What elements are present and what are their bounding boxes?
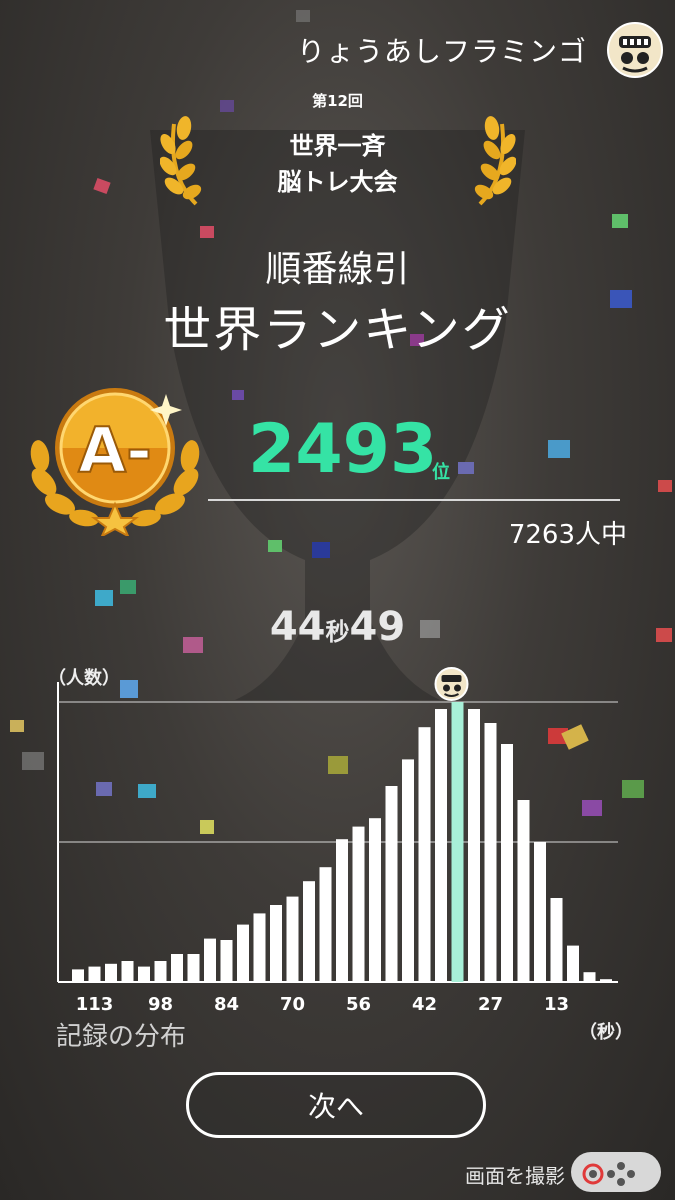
distribution-bar [402,759,414,982]
distribution-bar [550,898,563,982]
x-axis-unit: （秒） [579,1022,633,1043]
player-marker-icon [434,667,469,701]
distribution-bar [105,963,117,982]
distribution-bar [154,961,167,982]
distribution-bar [501,744,513,982]
x-tick-label: 42 [412,994,437,1015]
distribution-bar [418,727,431,982]
distribution-bar [204,938,216,982]
distribution-bar [171,954,183,982]
distribution-bar [270,905,282,982]
distribution-bar [435,709,447,982]
distribution-bar [468,709,480,982]
distribution-bar [88,966,101,982]
distribution-bar [336,839,348,982]
distribution-bar [220,940,233,982]
capture-button-icon[interactable] [571,1152,661,1192]
distribution-chart: 113 98 84 70 56 42 27 13 [57,667,618,1015]
distribution-bar [484,723,497,982]
distribution-bar [567,945,579,982]
distribution-bar [138,966,150,982]
distribution-bar [517,800,530,982]
distribution-bar [583,972,596,982]
distribution-bar [352,826,365,982]
distribution-bar [286,896,299,982]
player-bar [451,702,464,982]
distribution-bar [369,818,381,982]
distribution-bar [121,961,134,982]
x-tick-label: 70 [280,994,305,1015]
next-button[interactable]: 次へ [186,1072,486,1138]
distribution-bar [237,924,249,982]
distribution-bar [72,969,84,982]
x-tick-label: 56 [346,994,371,1015]
distribution-bar [253,913,266,982]
x-tick-label: 27 [478,994,503,1015]
distribution-label: 記録の分布 [56,1022,187,1052]
x-tick-label: 113 [76,994,114,1015]
capture-label: 画面を撮影 [465,1164,565,1188]
distribution-bar [187,954,200,982]
x-tick-label: 98 [148,994,173,1015]
x-tick-label: 84 [214,994,239,1015]
distribution-bar [303,881,315,982]
x-tick-label: 13 [544,994,569,1015]
distribution-bar [534,842,546,982]
distribution-bar [385,786,398,982]
distribution-bar [319,867,332,982]
distribution-bar [600,979,612,982]
